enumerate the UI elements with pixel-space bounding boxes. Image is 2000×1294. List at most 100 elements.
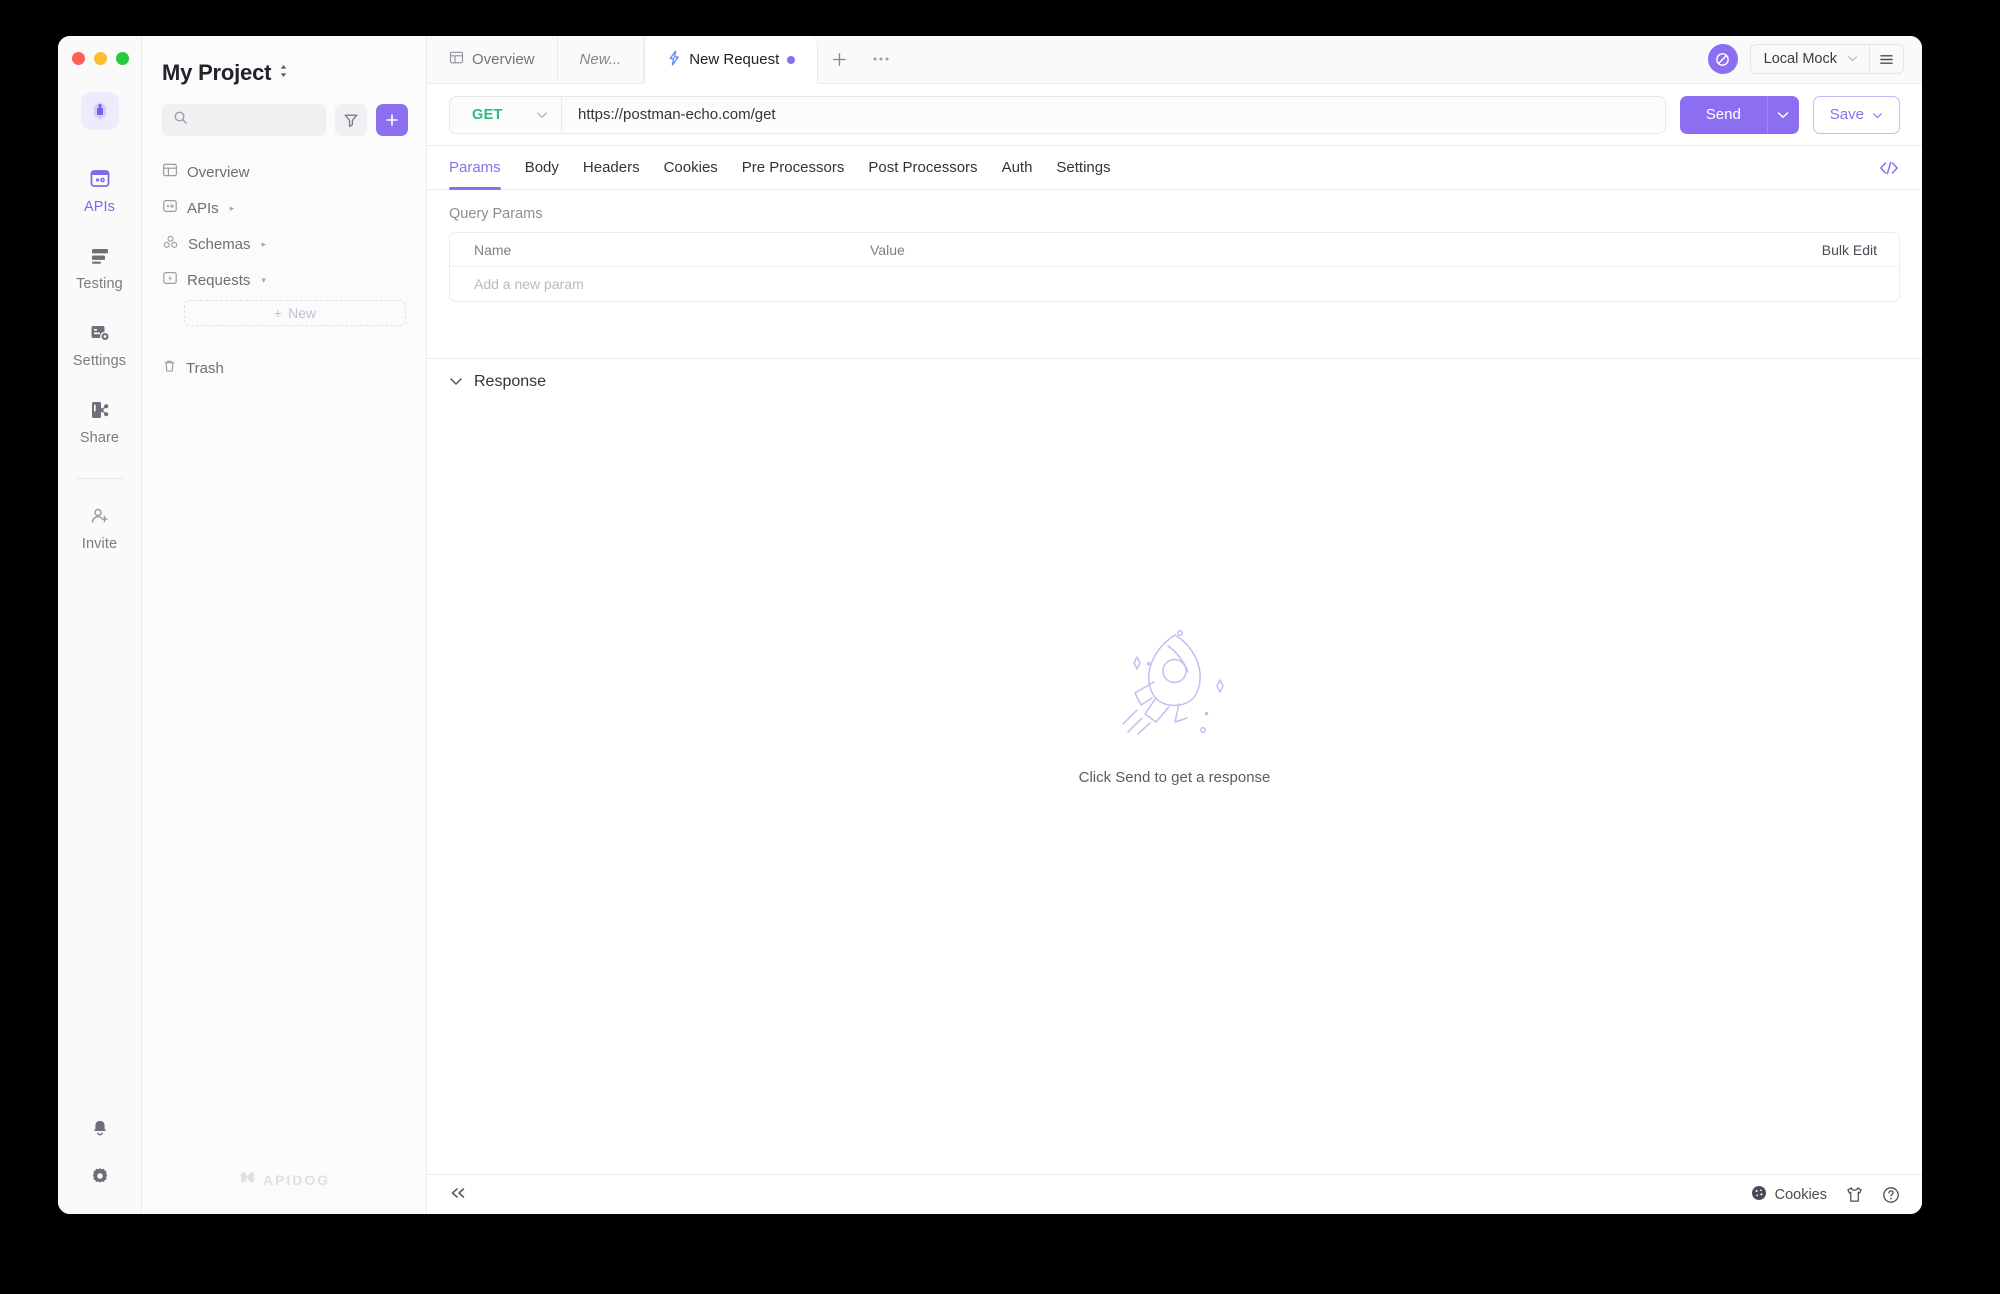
double-chevron-left-icon[interactable] <box>449 1186 467 1204</box>
caret-icon: ▸ <box>229 202 235 213</box>
caret-icon: ▸ <box>261 238 267 249</box>
apis-icon <box>88 164 112 194</box>
sidebar-item-trash[interactable]: Trash <box>142 350 426 386</box>
tab-body[interactable]: Body <box>525 146 559 190</box>
tab-settings[interactable]: Settings <box>1056 146 1110 190</box>
tab-pre-processors[interactable]: Pre Processors <box>742 146 845 190</box>
tab-cookies[interactable]: Cookies <box>664 146 718 190</box>
window-traffic-lights <box>72 52 129 65</box>
request-tab-label: Post Processors <box>868 159 978 176</box>
zoom-window-button[interactable] <box>116 52 129 65</box>
environment-area: Local Mock <box>1707 36 1922 83</box>
sidebar-item-apis[interactable]: APIs ▸ <box>142 190 426 226</box>
rail-divider <box>76 478 123 479</box>
sidebar-item-requests[interactable]: Requests ▾ <box>142 262 426 298</box>
sidebar-item-label: Schemas <box>188 235 251 253</box>
overview-icon <box>162 162 178 182</box>
project-title: My Project <box>162 60 272 85</box>
schemas-icon <box>162 234 179 254</box>
testing-icon <box>88 241 112 271</box>
invite-user-icon <box>88 501 112 531</box>
sync-icon[interactable] <box>1707 44 1738 74</box>
query-params-label: Query Params <box>449 206 543 222</box>
minimize-window-button[interactable] <box>94 52 107 65</box>
sidebar-item-overview[interactable]: Overview <box>142 154 426 190</box>
send-button-group: Send <box>1679 95 1799 134</box>
sidebar-item-schemas[interactable]: Schemas ▸ <box>142 226 426 262</box>
bell-icon[interactable] <box>89 1118 111 1145</box>
rail-bottom-actions <box>58 1118 142 1192</box>
request-tab-label: Body <box>524 159 559 176</box>
add-param-row[interactable]: Add a new param <box>450 267 1899 301</box>
save-button[interactable]: Save <box>1812 95 1900 134</box>
new-button-label: New <box>288 305 317 321</box>
project-switcher[interactable]: My Project <box>142 36 426 86</box>
apidog-watermark: APIDOG <box>142 1170 427 1190</box>
request-tab-label: Settings <box>1056 159 1111 176</box>
send-button[interactable]: Send <box>1679 95 1767 134</box>
rail-item-label: Settings <box>72 353 127 369</box>
rail-item-label: Share <box>79 430 120 446</box>
url-input[interactable] <box>562 96 1665 133</box>
status-bar: Cookies <box>427 1174 1922 1214</box>
close-window-button[interactable] <box>72 52 85 65</box>
request-tab-label: Pre Processors <box>741 159 845 176</box>
sidebar-item-label: Overview <box>187 163 250 181</box>
help-circle-icon[interactable] <box>1882 1186 1900 1204</box>
tab-post-processors[interactable]: Post Processors <box>868 146 977 190</box>
sidebar-item-label: Requests <box>187 271 251 289</box>
tab-label: New... <box>579 50 622 68</box>
chevron-down-icon <box>1872 106 1883 123</box>
cookie-icon <box>1751 1185 1767 1205</box>
chevron-down-icon <box>536 106 548 124</box>
query-params-header-row: Name Value Bulk Edit <box>450 233 1899 267</box>
search-box[interactable] <box>162 104 326 136</box>
tab-new-request[interactable]: New Request <box>644 36 819 84</box>
bulk-edit-button[interactable]: Bulk Edit <box>1822 242 1899 258</box>
apis-folder-icon <box>162 198 178 218</box>
http-method-label: GET <box>472 106 503 123</box>
rail-item-share[interactable]: Share <box>58 395 142 446</box>
t-shirt-icon[interactable] <box>1845 1186 1864 1203</box>
query-params-table: Name Value Bulk Edit Add a new param <box>449 232 1900 302</box>
sidebar-tree: Overview APIs ▸ Schemas ▸ Requests ▾ + N… <box>142 136 426 386</box>
rail-item-invite[interactable]: Invite <box>58 501 142 552</box>
more-tabs-button[interactable] <box>860 36 902 83</box>
apidog-logo-icon[interactable] <box>80 92 119 130</box>
response-title: Response <box>474 373 547 390</box>
request-tab-label: Auth <box>1001 159 1033 176</box>
environment-selector[interactable]: Local Mock <box>1749 44 1904 74</box>
hamburger-menu-icon[interactable] <box>1869 44 1903 74</box>
request-tab-label: Cookies <box>663 159 718 176</box>
left-rail: APIs Testing Settings Share Invite <box>58 36 142 1214</box>
new-request-button[interactable]: + New <box>184 300 406 326</box>
search-input[interactable] <box>196 112 326 128</box>
environment-name: Local Mock <box>1763 51 1837 67</box>
apidog-mark-icon <box>239 1170 256 1190</box>
http-method-selector[interactable]: GET <box>450 96 562 133</box>
send-options-button[interactable] <box>1766 95 1799 134</box>
app-window: APIs Testing Settings Share Invite My Pr… <box>58 36 1922 1214</box>
tab-auth[interactable]: Auth <box>1002 146 1033 190</box>
url-bar: GET Send Save <box>427 84 1922 146</box>
tab-label: New Request <box>689 51 780 68</box>
rail-item-label: Invite <box>81 536 118 552</box>
code-brackets-icon[interactable] <box>1878 160 1900 176</box>
column-header-value: Value <box>870 241 905 258</box>
tab-params[interactable]: Params <box>449 146 501 190</box>
tab-headers[interactable]: Headers <box>583 146 640 190</box>
tab-label: Overview <box>472 50 535 68</box>
tab-new[interactable]: New... <box>558 36 645 83</box>
rail-item-apis[interactable]: APIs <box>58 164 142 215</box>
cookies-button[interactable]: Cookies <box>1751 1185 1827 1205</box>
add-tab-button[interactable] <box>818 36 860 83</box>
rail-item-testing[interactable]: Testing <box>58 241 142 292</box>
rail-item-settings[interactable]: Settings <box>58 318 142 369</box>
filter-icon[interactable] <box>335 104 367 136</box>
gear-icon[interactable] <box>89 1165 111 1192</box>
response-section-header[interactable]: Response <box>427 359 1922 405</box>
editor-tab-bar: Overview New... New Request Local Mock <box>427 36 1922 84</box>
add-resource-button[interactable] <box>376 104 408 136</box>
tab-overview[interactable]: Overview <box>427 36 558 83</box>
response-empty-text: Click Send to get a response <box>1078 768 1271 786</box>
